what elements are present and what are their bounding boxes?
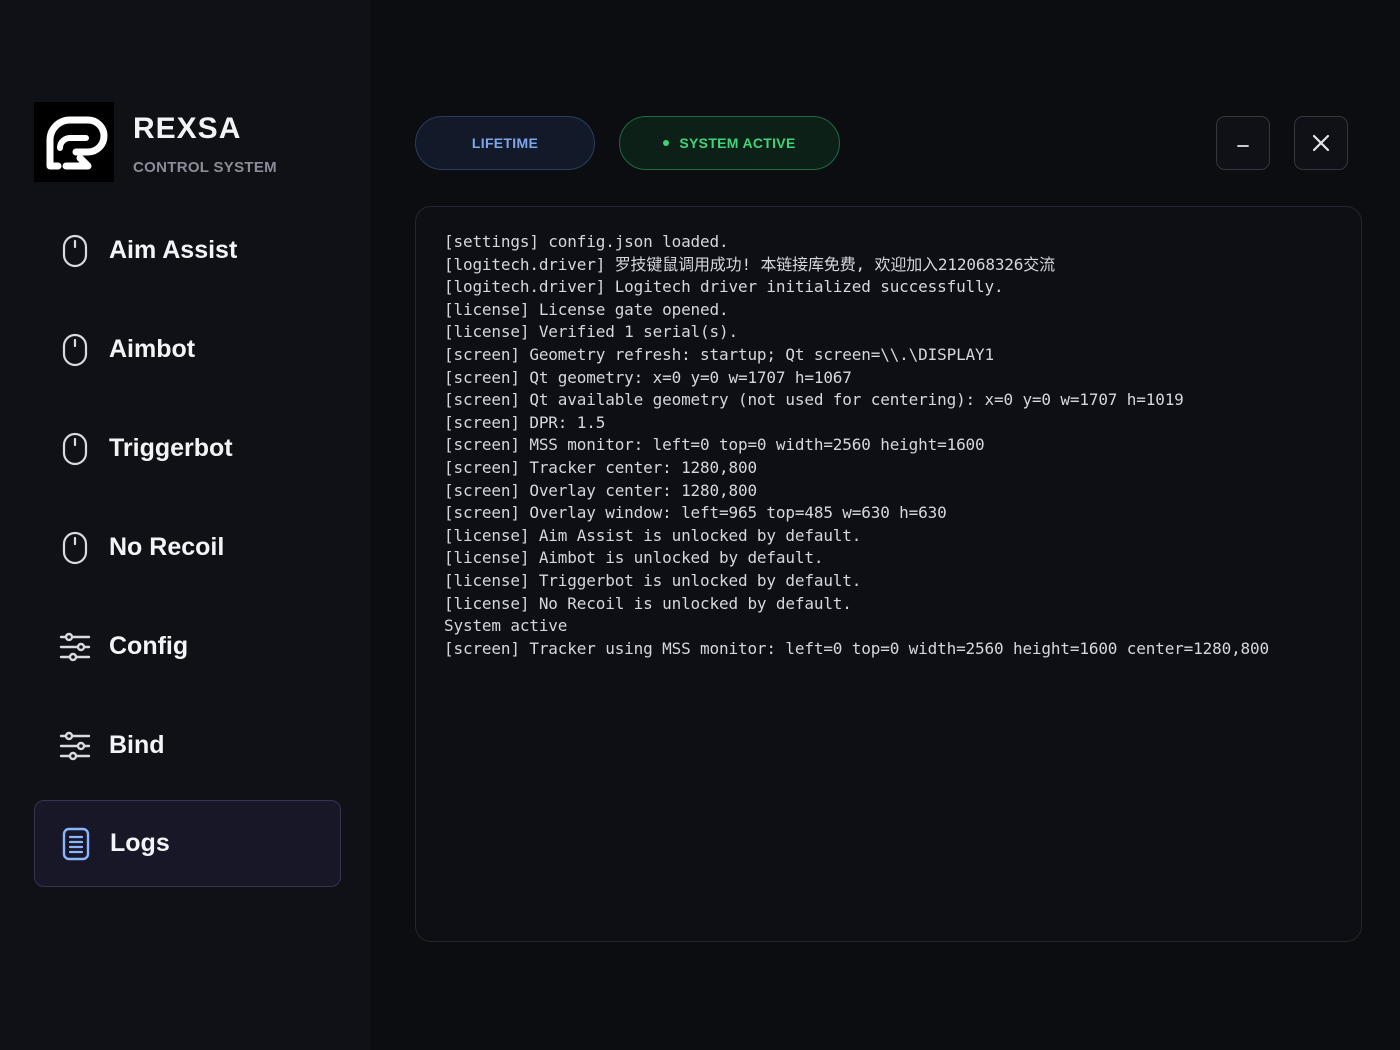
close-button[interactable] xyxy=(1294,116,1348,170)
log-line: [logitech.driver] Logitech driver initia… xyxy=(444,277,1004,297)
sidebar-item-label: Aimbot xyxy=(109,335,196,363)
sidebar-item-aimbot[interactable]: Aimbot xyxy=(34,306,341,393)
brand-logo-icon xyxy=(34,102,114,182)
minimize-icon xyxy=(1237,145,1249,147)
sidebar-item-label: No Recoil xyxy=(109,533,225,561)
log-line: System active xyxy=(444,616,568,636)
brand-subtitle: CONTROL SYSTEM xyxy=(133,159,277,176)
log-line: [license] Verified 1 serial(s). xyxy=(444,322,738,342)
brand-name: REXSA xyxy=(133,112,242,145)
status-badge: SYSTEM ACTIVE xyxy=(619,116,840,170)
mouse-icon xyxy=(58,432,92,466)
sidebar-item-label: Config xyxy=(109,632,189,660)
log-line: [license] Aimbot is unlocked by default. xyxy=(444,548,824,568)
log-line: [screen] Overlay center: 1280,800 xyxy=(444,480,757,500)
sidebar-item-config[interactable]: Config xyxy=(34,603,341,690)
sidebar-item-label: Bind xyxy=(109,731,165,759)
document-icon xyxy=(59,827,93,861)
log-line: [license] License gate opened. xyxy=(444,299,729,319)
log-line: [screen] Qt available geometry (not used… xyxy=(444,390,1184,410)
sidebar-item-aim-assist[interactable]: Aim Assist xyxy=(34,207,341,294)
status-dot-icon xyxy=(663,140,670,146)
log-line: [settings] config.json loaded. xyxy=(444,232,729,251)
mouse-icon xyxy=(58,333,92,367)
sidebar-item-logs[interactable]: Logs xyxy=(34,800,341,887)
brand: REXSA CONTROL SYSTEM xyxy=(34,102,277,182)
log-line: [license] Aim Assist is unlocked by defa… xyxy=(444,525,862,545)
log-line: [screen] Tracker using MSS monitor: left… xyxy=(444,638,1270,658)
license-badge-label: LIFETIME xyxy=(471,135,539,151)
sidebar-item-label: Logs xyxy=(110,829,170,857)
log-panel[interactable]: [settings] config.json loaded. [logitech.… xyxy=(415,206,1362,942)
log-line: [screen] Geometry refresh: startup; Qt s… xyxy=(444,344,995,364)
log-line: [screen] Tracker center: 1280,800 xyxy=(444,457,757,477)
license-badge: LIFETIME xyxy=(415,116,595,170)
log-line: [logitech.driver] 罗技键鼠调用成功! 本链接库免费, 欢迎加入… xyxy=(444,254,1055,274)
status-badge-label: SYSTEM ACTIVE xyxy=(679,135,796,151)
log-line: [license] Triggerbot is unlocked by defa… xyxy=(444,570,862,590)
sidebar: REXSA CONTROL SYSTEM Aim Assist Aimbot T… xyxy=(0,0,370,1050)
log-list: [settings] config.json loaded. [logitech.… xyxy=(444,231,1361,660)
minimize-button[interactable] xyxy=(1216,116,1270,170)
sidebar-item-no-recoil[interactable]: No Recoil xyxy=(34,504,341,591)
sidebar-item-triggerbot[interactable]: Triggerbot xyxy=(34,405,341,492)
app-window: REXSA CONTROL SYSTEM Aim Assist Aimbot T… xyxy=(0,0,1400,1050)
mouse-icon xyxy=(58,531,92,565)
mouse-icon xyxy=(58,234,92,268)
sidebar-item-bind[interactable]: Bind xyxy=(34,702,341,789)
log-line: [screen] Qt geometry: x=0 y=0 w=1707 h=1… xyxy=(444,367,852,387)
close-icon xyxy=(1312,134,1330,152)
log-line: [license] No Recoil is unlocked by defau… xyxy=(444,593,852,613)
log-line: [screen] Overlay window: left=965 top=48… xyxy=(444,503,947,523)
log-line: [screen] MSS monitor: left=0 top=0 width… xyxy=(444,435,985,455)
sidebar-item-label: Aim Assist xyxy=(109,236,238,264)
sliders-icon xyxy=(58,729,92,763)
log-line: [screen] DPR: 1.5 xyxy=(444,412,606,432)
sidebar-item-label: Triggerbot xyxy=(109,434,233,462)
sliders-icon xyxy=(58,630,92,664)
